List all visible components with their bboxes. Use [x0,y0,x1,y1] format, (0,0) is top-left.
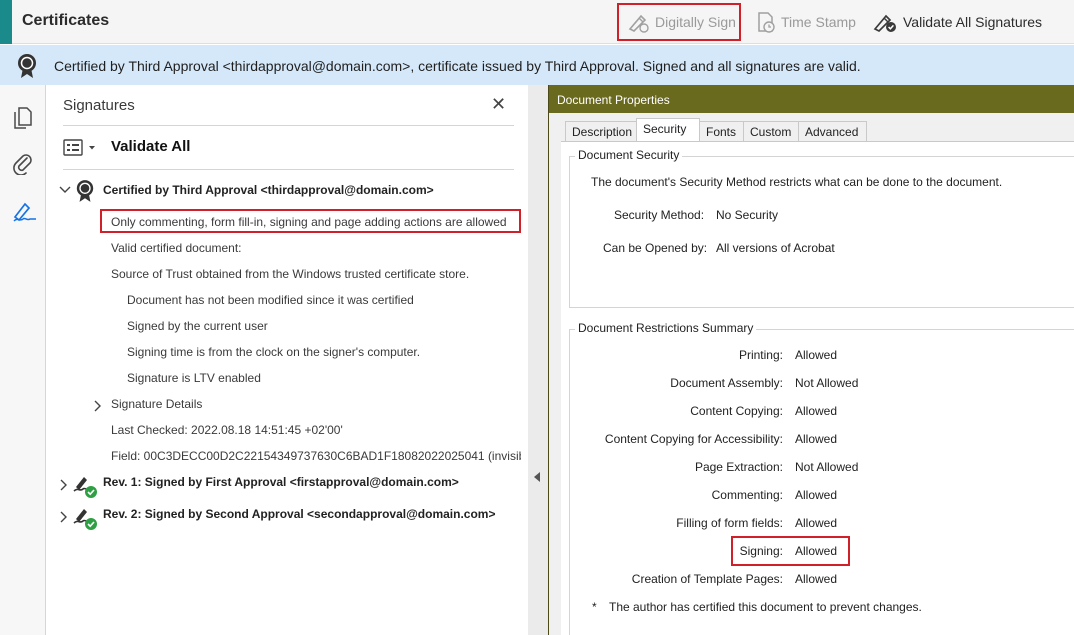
security-method-label: Security Method: [614,208,705,222]
footnote-mark: * [592,600,597,614]
tab-custom[interactable]: Custom [743,121,799,141]
restriction-row: Page Extraction: [573,460,783,480]
list-options-icon[interactable] [63,139,99,160]
signature-panel-icon[interactable] [12,199,38,226]
last-checked-detail: Last Checked: 2022.08.18 14:51:45 +02'00… [111,423,343,437]
highlight-box-signing [731,536,850,566]
document-security-heading: Document Security [575,148,683,162]
restriction-value: Not Allowed [795,460,859,474]
restriction-value: Allowed [795,572,838,586]
restriction-label: Page Extraction: [694,460,783,474]
signatures-panel-title: Signatures [63,97,135,114]
time-stamp-button[interactable]: Time Stamp [748,6,862,38]
restriction-label: Commenting: [711,488,783,502]
restriction-value: Allowed [795,488,838,502]
restriction-value: Allowed [795,348,838,362]
signed-by-user-detail: Signed by the current user [127,319,268,333]
chevron-right-icon[interactable] [93,400,103,415]
collapse-arrow-icon[interactable] [533,471,541,486]
chevron-right-icon[interactable] [59,479,69,494]
document-properties-dialog: Document Properties Description Security… [548,85,1074,635]
highlight-box-digitally-sign [617,3,741,41]
restriction-row: Creation of Template Pages: [573,572,783,592]
revision-2-entry[interactable]: Rev. 2: Signed by Second Approval <secon… [103,507,495,521]
banner-text: Certified by Third Approval <thirdapprov… [54,58,861,74]
tab-fonts[interactable]: Fonts [699,121,744,141]
restriction-value: Allowed [795,432,838,446]
divider [63,169,514,170]
time-stamp-label: Time Stamp [781,14,856,30]
revision-1-entry[interactable]: Rev. 1: Signed by First Approval <firsta… [103,475,459,489]
not-modified-detail: Document has not been modified since it … [127,293,414,307]
toolbar: Certificates Digitally Sign Time Stamp V… [0,0,1074,44]
chevron-right-icon[interactable] [59,511,69,526]
certification-banner: Certified by Third Approval <thirdapprov… [0,45,1074,85]
highlight-box-permissions [100,209,521,233]
restriction-label: Filling of form fields: [676,516,783,530]
validate-all-link[interactable]: Validate All [111,138,190,155]
ltv-detail: Signature is LTV enabled [127,371,261,385]
restriction-label: Creation of Template Pages: [631,572,783,586]
field-detail: Field: 00C3DECC00D2C22154349737630C6BAD1… [111,449,521,463]
opened-by-label: Can be Opened by: [603,241,708,255]
signatures-panel: Signatures ✕ Validate All Certified by T… [47,85,528,635]
restriction-row: Printing: [573,348,783,378]
accent-bar [0,0,12,44]
page-title: Certificates [22,12,110,29]
pages-icon[interactable] [12,105,34,132]
restriction-row: Content Copying: [573,404,783,424]
panel-splitter[interactable] [528,85,548,635]
divider [63,125,514,126]
restriction-row: Document Assembly: [573,376,783,396]
restriction-label: Content Copying: [690,404,783,418]
tab-advanced[interactable]: Advanced [798,121,867,141]
validate-all-signatures-label: Validate All Signatures [903,14,1043,30]
footnote-text: The author has certified this document t… [609,600,922,614]
chevron-down-icon[interactable] [59,184,71,198]
security-method-value: No Security [716,208,779,222]
restriction-label: Document Assembly: [670,376,783,390]
restriction-label: Content Copying for Accessibility: [604,432,783,446]
signature-valid-icon [73,505,99,534]
certified-seal-icon [16,53,38,82]
signature-details-toggle[interactable]: Signature Details [111,397,202,411]
tab-description[interactable]: Description [565,121,637,141]
close-icon[interactable]: ✕ [491,94,506,115]
certified-seal-icon [75,179,95,206]
validate-all-signatures-button[interactable]: Validate All Signatures [866,6,1048,38]
opened-by-value: All versions of Acrobat [716,241,835,255]
restriction-row: Content Copying for Accessibility: [573,432,783,452]
restriction-row: Commenting: [573,488,783,508]
restrictions-summary-heading: Document Restrictions Summary [575,321,757,335]
tab-security[interactable]: Security [636,118,700,141]
restriction-label: Printing: [738,348,783,362]
dialog-title: Document Properties [549,85,1074,113]
security-tab-content: Document Security The document's Securit… [561,141,1074,635]
restriction-value: Allowed [795,516,838,530]
time-stamp-icon [754,11,776,33]
attachment-icon[interactable] [12,151,34,178]
pen-check-icon [872,11,898,33]
restriction-row: Filling of form fields: [573,516,783,536]
restriction-value: Allowed [795,404,838,418]
security-intro-text: The document's Security Method restricts… [591,175,1003,189]
signature-valid-icon [73,473,99,502]
signing-time-detail: Signing time is from the clock on the si… [127,345,421,359]
restriction-value: Not Allowed [795,376,859,390]
certified-signature-entry[interactable]: Certified by Third Approval <thirdapprov… [103,183,434,197]
left-rail [0,85,46,635]
source-of-trust-detail: Source of Trust obtained from the Window… [111,267,470,281]
valid-certified-detail: Valid certified document: [111,241,242,255]
